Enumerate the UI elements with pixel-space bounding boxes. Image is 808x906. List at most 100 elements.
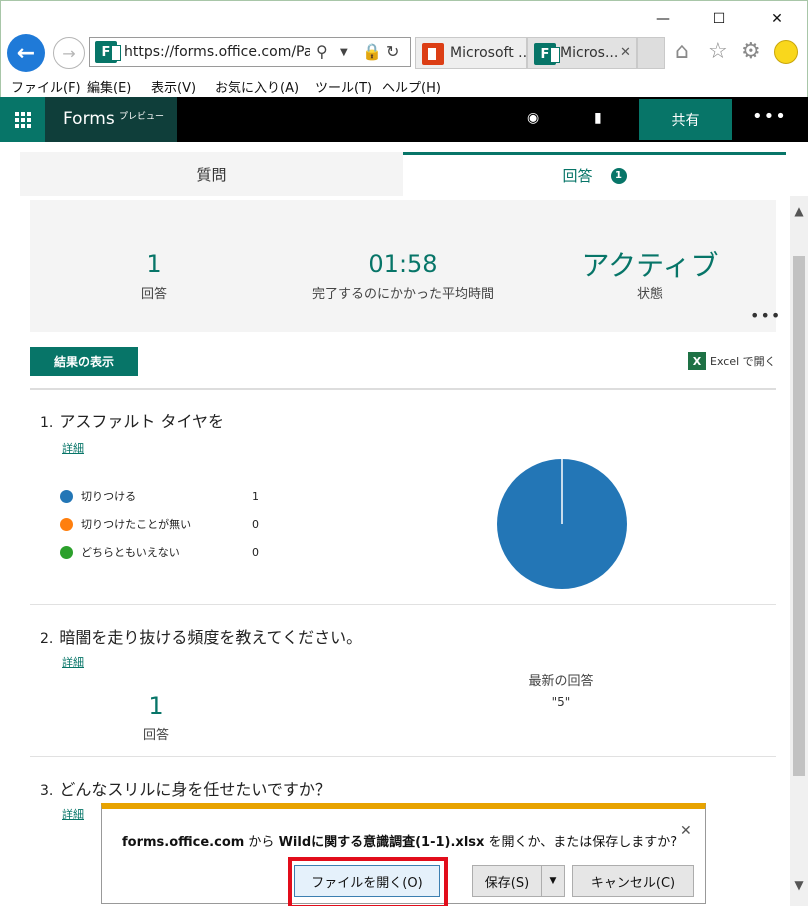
question-2-responses-value: 1 — [148, 692, 164, 720]
close-download-bar-icon[interactable]: ✕ — [680, 823, 692, 839]
settings-gear-icon[interactable]: ⚙ — [741, 39, 761, 64]
brand-preview-label: プレビュー — [119, 112, 165, 122]
app-launcher-icon[interactable] — [0, 97, 45, 142]
dropdown-arrow-icon[interactable]: ▼ — [340, 47, 348, 58]
refresh-icon[interactable]: ↻ — [386, 42, 399, 61]
forms-header: Forms プレビュー ◉ ▮ 共有 ••• — [0, 97, 808, 142]
main-content: 質問 回答 1 1 回答 01:58 完了するのにかかった平均時間 アクティブ … — [0, 142, 790, 906]
question-number: 1. — [40, 415, 54, 431]
question-2-title: 2. 暗闇を走り抜ける頻度を教えてください。 — [40, 624, 362, 648]
legend-count: 0 — [252, 545, 259, 559]
menu-favorites[interactable]: お気に入り(A) — [215, 77, 299, 96]
question-divider — [30, 756, 776, 757]
response-summary: 1 回答 01:58 完了するのにかかった平均時間 アクティブ 状態 ••• — [30, 200, 780, 332]
back-button[interactable]: ← — [7, 34, 45, 72]
preview-eye-icon[interactable]: ◉ — [527, 110, 539, 126]
page-scrollbar[interactable]: ▲ ▼ — [790, 196, 808, 906]
menu-view[interactable]: 表示(V) — [151, 77, 196, 96]
menu-edit[interactable]: 編集(E) — [87, 77, 131, 96]
forms-brand[interactable]: Forms プレビュー — [45, 97, 177, 142]
brand-name: Forms — [63, 109, 115, 129]
feedback-smiley-icon[interactable] — [774, 40, 798, 64]
open-in-excel-label: Excel で開く — [710, 355, 776, 368]
legend-count: 0 — [252, 517, 259, 531]
office-icon — [422, 43, 444, 65]
lock-icon[interactable]: 🔒 — [362, 42, 382, 61]
scroll-up-icon[interactable]: ▲ — [790, 204, 808, 222]
address-bar[interactable]: F https://forms.office.com/Pa ⚲ ▼ 🔒 ↻ — [89, 37, 411, 67]
avg-time-value: 01:58 — [368, 250, 438, 278]
menu-help[interactable]: ヘルプ(H) — [382, 77, 441, 96]
legend-dot-orange — [60, 517, 73, 531]
close-window-button[interactable]: ✕ — [765, 9, 789, 29]
share-button[interactable]: 共有 — [639, 99, 732, 140]
scroll-down-icon[interactable]: ▼ — [790, 878, 808, 896]
latest-response-value: "5" — [551, 695, 571, 709]
browser-chrome: — ☐ ✕ ← → F https://forms.office.com/Pa … — [0, 0, 808, 97]
excel-icon: X — [688, 352, 706, 370]
forms-site-icon: F — [95, 41, 121, 63]
response-pie-chart — [497, 459, 627, 589]
divider — [30, 388, 776, 390]
avg-time-label: 完了するのにかかった平均時間 — [311, 287, 494, 302]
question-3-detail-link[interactable]: 詳細 — [62, 806, 84, 822]
form-tabs: 質問 回答 1 — [20, 152, 786, 196]
browser-tab-forms[interactable]: F Micros... ✕ — [527, 37, 637, 69]
legend-count: 1 — [252, 489, 259, 503]
new-tab-button[interactable] — [637, 37, 665, 69]
summary-more-icon[interactable]: ••• — [750, 306, 781, 325]
menu-tools[interactable]: ツール(T) — [315, 77, 372, 96]
legend-dot-green — [60, 545, 73, 559]
tab-label: Micros... — [560, 45, 619, 61]
cancel-button[interactable]: キャンセル(C) — [572, 865, 694, 897]
open-in-excel-link[interactable]: X Excel で開く — [688, 352, 776, 370]
status-value: アクティブ — [581, 249, 719, 282]
tab-responses[interactable]: 回答 1 — [403, 152, 786, 196]
open-file-button[interactable]: ファイルを開く(O) — [294, 865, 440, 897]
save-button[interactable]: 保存(S) — [472, 865, 542, 897]
browser-tab-office[interactable]: Microsoft ... — [415, 37, 532, 69]
legend-item: 切りつけたことが無い 0 — [60, 516, 259, 532]
question-1-detail-link[interactable]: 詳細 — [62, 440, 84, 456]
menu-bar: ファイル(F) 編集(E) 表示(V) お気に入り(A) ツール(T) ヘルプ(… — [1, 74, 808, 98]
forms-icon: F — [534, 43, 560, 65]
download-message: forms.office.com から Wildに関する意識調査(1-1).xl… — [122, 831, 677, 850]
legend-label: どちらともいえない — [81, 546, 180, 559]
question-divider — [30, 604, 776, 605]
question-2-responses-label: 回答 — [142, 728, 169, 743]
favorites-star-icon[interactable]: ☆ — [708, 39, 728, 64]
download-message-text: から — [244, 835, 279, 850]
question-text: どんなスリルに身を任せたいですか？ — [59, 780, 331, 799]
question-3-title: 3. どんなスリルに身を任せたいですか？ — [40, 776, 331, 800]
view-results-button[interactable]: 結果の表示 — [30, 347, 138, 376]
question-text: アスファルト タイヤを — [59, 412, 224, 431]
more-options-icon[interactable]: ••• — [752, 106, 787, 127]
minimize-button[interactable]: — — [651, 9, 675, 29]
download-filename: Wildに関する意識調査(1-1).xlsx — [278, 835, 485, 850]
tab-questions[interactable]: 質問 — [20, 152, 403, 196]
theme-brush-icon[interactable]: ▮ — [594, 110, 602, 126]
legend-item: 切りつける 1 — [60, 488, 259, 504]
tab-close-icon[interactable]: ✕ — [620, 45, 631, 60]
download-message-text: を開くか、または保存しますか? — [484, 835, 678, 850]
save-options-dropdown[interactable]: ▼ — [541, 865, 565, 897]
download-domain: forms.office.com — [122, 835, 245, 850]
scroll-thumb[interactable] — [793, 256, 805, 776]
question-1-title: 1. アスファルト タイヤを — [40, 408, 224, 432]
question-number: 2. — [40, 631, 54, 647]
menu-file[interactable]: ファイル(F) — [11, 77, 81, 96]
url-text[interactable]: https://forms.office.com/Pa — [124, 44, 310, 60]
legend-item: どちらともいえない 0 — [60, 544, 259, 560]
responses-count-value: 1 — [146, 250, 162, 278]
question-number: 3. — [40, 783, 54, 799]
maximize-button[interactable]: ☐ — [707, 9, 731, 29]
question-2-detail-link[interactable]: 詳細 — [62, 654, 84, 670]
download-notification-bar: forms.office.com から Wildに関する意識調査(1-1).xl… — [101, 803, 706, 906]
responses-count-badge: 1 — [610, 167, 627, 184]
status-label: 状態 — [636, 287, 663, 302]
tab-responses-label: 回答 — [562, 167, 593, 185]
forward-arrow-icon: → — [62, 43, 76, 63]
home-icon[interactable]: ⌂ — [675, 39, 689, 64]
search-icon[interactable]: ⚲ — [316, 42, 328, 61]
forward-button[interactable]: → — [53, 37, 85, 69]
